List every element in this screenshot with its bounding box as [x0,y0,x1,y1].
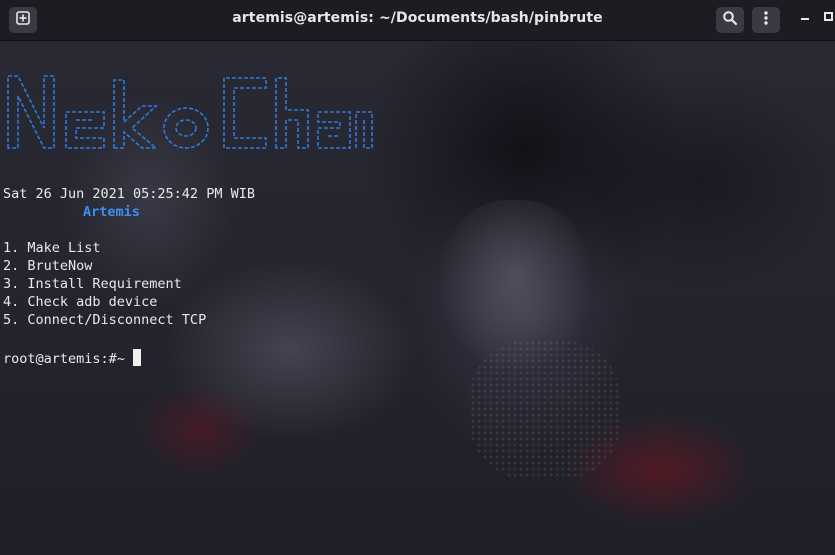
minimize-button[interactable] [800,8,810,26]
menu-item-install-requirement: 3. Install Requirement [3,276,182,292]
prompt-text: root@artemis:#~ [3,351,125,367]
window-title: artemis@artemis: ~/Documents/bash/pinbru… [232,10,603,26]
maximize-button[interactable] [824,10,833,25]
menu-button[interactable] [752,7,780,33]
search-icon [722,10,738,30]
kebab-menu-icon [758,10,774,30]
minimize-icon [800,11,810,26]
title-bar: artemis@artemis: ~/Documents/bash/pinbru… [0,0,835,41]
maximize-icon [824,12,833,21]
menu-item-make-list: 1. Make List [3,240,101,256]
terminal-window: artemis@artemis: ~/Documents/bash/pinbru… [0,0,835,555]
menu-item-check-adb: 4. Check adb device [3,294,158,310]
command-prompt[interactable]: root@artemis:#~ [3,348,141,367]
terminal-cursor [132,349,141,366]
menu-item-brutenow: 2. BruteNow [3,258,93,274]
ascii-banner [7,75,373,149]
datetime-text: Sat 26 Jun 2021 05:25:42 PM WIB [3,186,255,202]
menu-item-connect-tcp: 5. Connect/Disconnect TCP [3,312,207,328]
username-text: Artemis [83,204,140,220]
search-button[interactable] [716,7,744,33]
wallpaper-detail [470,340,620,480]
